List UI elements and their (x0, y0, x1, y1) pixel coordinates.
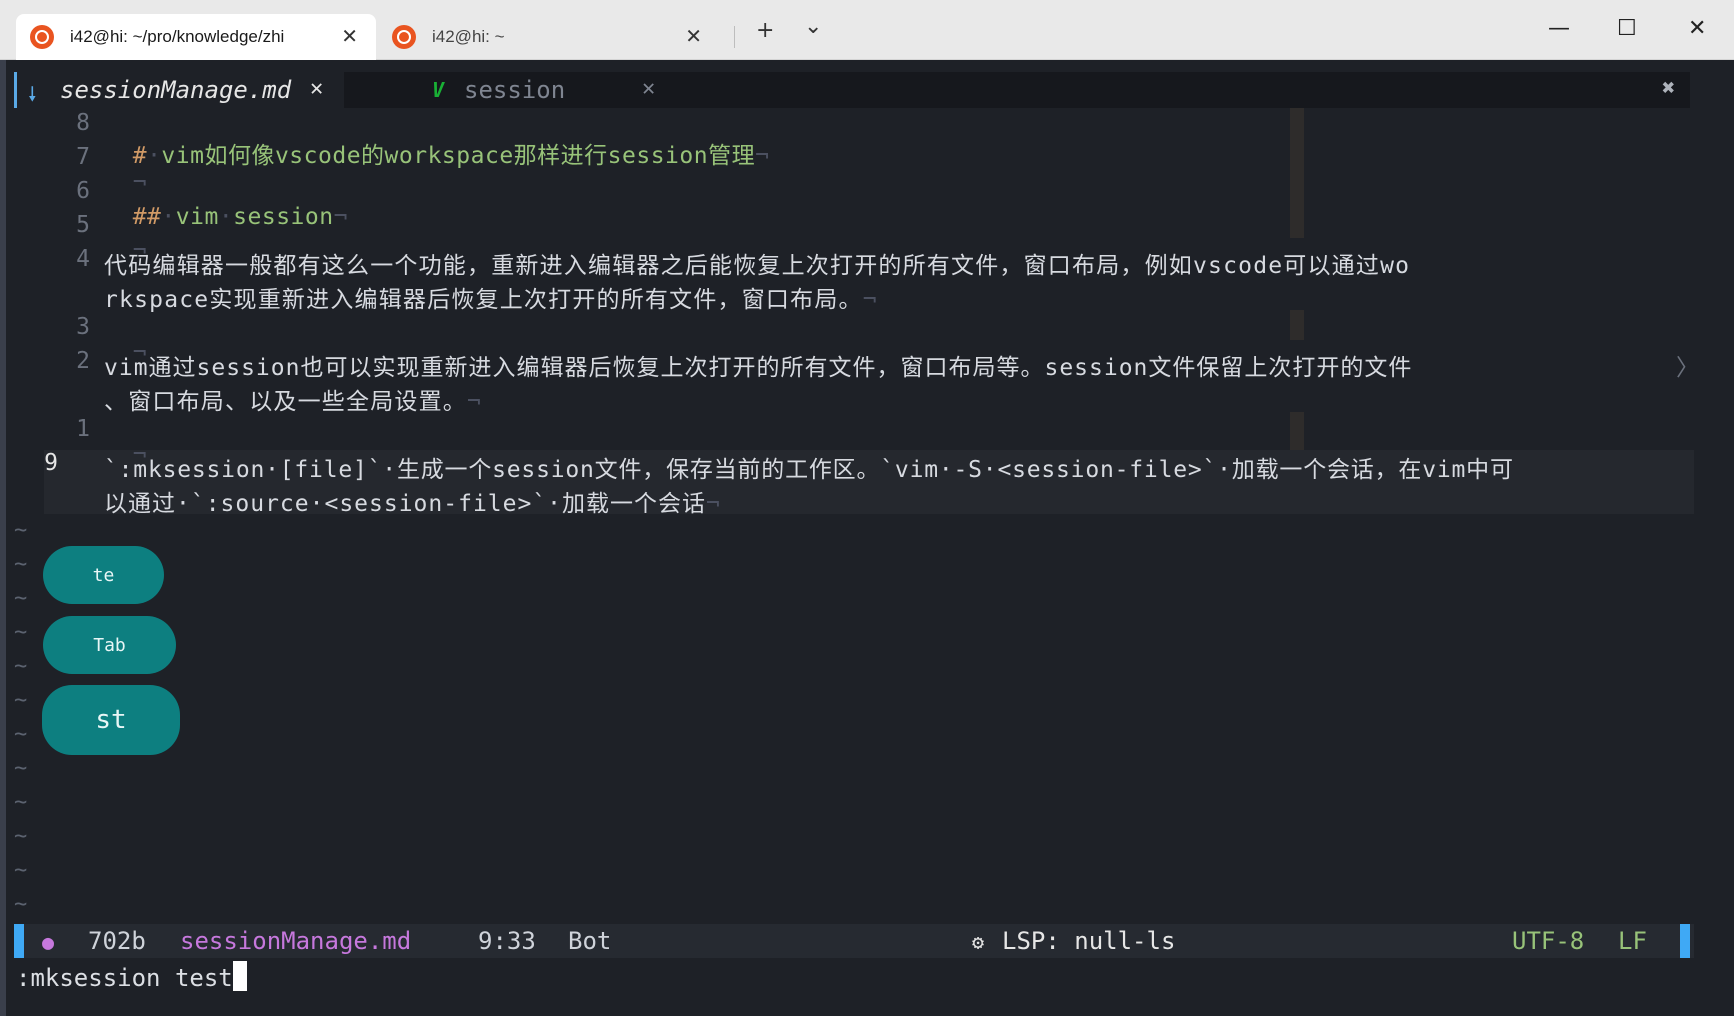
text-line-paragraph-wrap[interactable]: rkspace实现重新进入编辑器后恢复上次打开的所有文件，窗口布局。¬ (104, 280, 878, 314)
line-number: 4 (76, 246, 90, 272)
tab-dropdown-button[interactable]: ⌄ (804, 14, 822, 39)
overflow-marker: 〉 (1676, 355, 1700, 381)
empty-line-tilde: ~ (14, 688, 28, 713)
line-number: 2 (76, 348, 90, 374)
terminal-tab-2[interactable]: i42@hi: ~ ✕ (378, 14, 720, 60)
ubuntu-icon (392, 25, 416, 49)
empty-line-tilde: ~ (14, 518, 28, 543)
gear-icon: ⚙ (972, 930, 985, 954)
space-marker: · (161, 204, 176, 230)
command-text: :mksession test (16, 964, 233, 992)
color-column (1290, 412, 1304, 450)
terminal-tab-title: i42@hi: ~ (432, 27, 505, 46)
line-number: 1 (76, 416, 90, 442)
empty-line-tilde: ~ (14, 824, 28, 849)
file-encoding: UTF-8 (1512, 927, 1585, 955)
ubuntu-icon (30, 25, 54, 49)
wrapped-text: rkspace实现重新进入编辑器后恢复上次打开的所有文件，窗口布局。 (104, 287, 863, 313)
heading-text: vim如何像vscode的workspace那样进行session管理 (161, 143, 756, 169)
text-line-paragraph[interactable]: vim通过session也可以实现重新进入编辑器后恢复上次打开的所有文件，窗口布… (104, 348, 1412, 382)
minimize-button[interactable]: — (1548, 16, 1570, 41)
tab-separator (734, 26, 735, 48)
text-cursor (232, 961, 247, 991)
window-edge (0, 60, 6, 1016)
eol-marker: ¬ (333, 204, 348, 230)
empty-line-tilde: ~ (14, 892, 28, 917)
statusline-right-edge (1680, 924, 1690, 958)
buffer-close-icon[interactable]: ✕ (642, 76, 655, 101)
scroll-position: Bot (568, 927, 612, 955)
wrapped-text: 、窗口布局、以及一些全局设置。 (104, 389, 467, 415)
line-number: 8 (76, 110, 90, 136)
statusline-left-edge (14, 924, 24, 958)
eol-marker: ¬ (755, 143, 770, 169)
text-line-current[interactable]: `:mksession·[file]`·生成一个session文件，保存当前的工… (104, 450, 1514, 484)
line-number-current: 9 (44, 450, 58, 476)
close-tab-icon[interactable]: ✕ (341, 24, 358, 49)
terminal-tab-1[interactable]: i42@hi: ~/pro/knowledge/zhi ✕ (16, 14, 376, 60)
line-number: 3 (76, 314, 90, 340)
line-number: 5 (76, 212, 90, 238)
file-format: LF (1618, 927, 1647, 955)
lsp-status: LSP: null-ls (1002, 927, 1176, 955)
buffer-name[interactable]: session (464, 76, 565, 104)
file-size: 702b (88, 927, 146, 955)
close-tab-icon[interactable]: ✕ (685, 24, 702, 49)
color-column (1290, 108, 1304, 238)
keystroke-pill: st (42, 685, 180, 755)
line-number: 7 (76, 144, 90, 170)
empty-line-tilde: ~ (14, 858, 28, 883)
eol-marker: ¬ (706, 491, 721, 517)
keystroke-pill: Tab (43, 616, 176, 674)
empty-line-tilde: ~ (14, 790, 28, 815)
text-line-paragraph[interactable]: 代码编辑器一般都有这么一个功能，重新进入编辑器之后能恢复上次打开的所有文件，窗口… (104, 246, 1410, 280)
space-marker: · (218, 204, 234, 230)
close-all-buffers-icon[interactable]: ✖ (1662, 76, 1675, 101)
empty-line-tilde: ~ (14, 586, 28, 611)
empty-line-tilde: ~ (14, 756, 28, 781)
empty-line-tilde: ~ (14, 620, 28, 645)
bookmark-icon: 🠗 (28, 82, 37, 106)
heading-text: session (233, 204, 334, 230)
eol-marker: ¬ (862, 287, 878, 313)
color-column (1290, 310, 1304, 340)
empty-line-tilde: ~ (14, 654, 28, 679)
new-tab-button[interactable]: + (756, 18, 774, 43)
buffer-close-icon[interactable]: ✕ (310, 76, 323, 101)
command-line[interactable]: :mksession test (16, 961, 247, 992)
status-filename: sessionManage.md (180, 927, 412, 955)
text-line-heading[interactable]: #·vim如何像vscode的workspace那样进行session管理¬ (104, 110, 769, 170)
close-window-button[interactable]: ✕ (1688, 16, 1706, 41)
wrapped-text: 以通过·`:source·<session-file>`·加载一个会话 (104, 491, 707, 517)
space-marker: · (147, 143, 162, 169)
text-line-current-wrap[interactable]: 以通过·`:source·<session-file>`·加载一个会话¬ (104, 484, 721, 518)
empty-line-tilde: ~ (14, 722, 28, 747)
keystroke-pill: te (43, 546, 164, 604)
terminal-titlebar: i42@hi: ~/pro/knowledge/zhi ✕ i42@hi: ~ … (0, 0, 1734, 60)
line-number: 6 (76, 178, 90, 204)
terminal-tab-title: i42@hi: ~/pro/knowledge/zhi (70, 27, 285, 46)
vim-icon: V (432, 78, 445, 102)
eol-marker: ¬ (467, 389, 483, 415)
maximize-button[interactable]: ☐ (1617, 16, 1637, 41)
cat-icon: ● (42, 930, 55, 954)
cursor-position: 9:33 (478, 927, 536, 955)
heading-text: vim (175, 204, 219, 230)
text-line-paragraph-wrap[interactable]: 、窗口布局、以及一些全局设置。¬ (104, 382, 482, 416)
buffer-name[interactable]: sessionManage.md (60, 76, 291, 104)
empty-line-tilde: ~ (14, 552, 28, 577)
